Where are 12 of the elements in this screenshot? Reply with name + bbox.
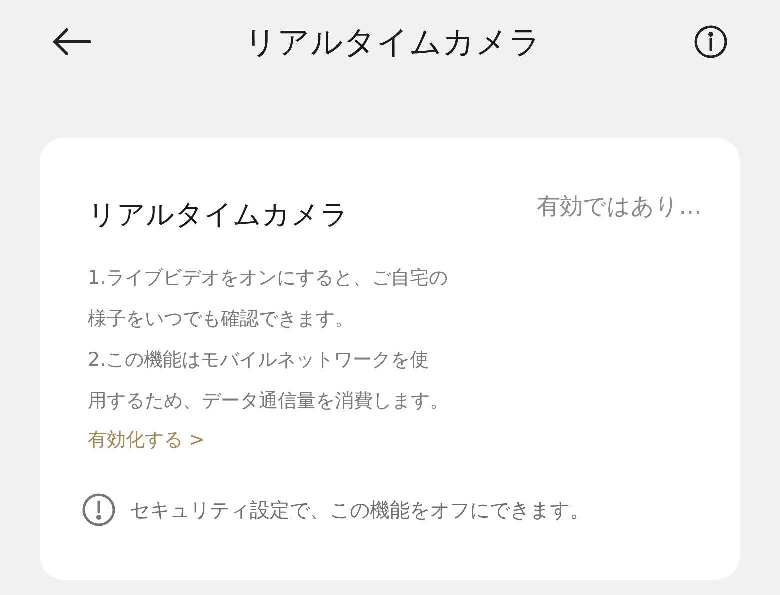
info-icon[interactable] — [694, 25, 728, 59]
back-icon[interactable] — [52, 27, 92, 57]
enable-link[interactable]: 有効化する > — [88, 426, 205, 454]
page-title: リアルタイムカメラ — [244, 22, 542, 63]
warning-icon — [82, 492, 116, 526]
description-text: 2.この機能はモバイルネットワークを使 — [88, 348, 430, 373]
description-text: 様子をいつでも確認できます。 — [88, 307, 355, 332]
note-text: セキュリティ設定で、この機能をオフにできます。 — [130, 496, 590, 524]
card-title: リアルタイムカメラ — [88, 197, 349, 233]
description-text: 用するため、データ通信量を消費します。 — [88, 389, 450, 414]
description-text: 1.ライブビデオをオンにすると、ご自宅の — [88, 266, 450, 291]
status-text: 有効ではあり… — [537, 193, 702, 222]
